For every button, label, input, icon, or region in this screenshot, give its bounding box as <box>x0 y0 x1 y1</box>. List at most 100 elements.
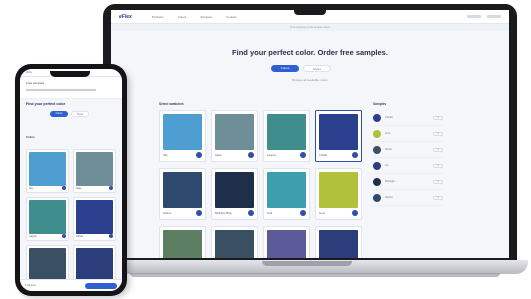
tab-styles[interactable]: Styles <box>303 65 331 72</box>
sample-qty-field[interactable]: 1 <box>433 163 443 168</box>
swatch-color <box>267 230 306 258</box>
add-sample-button[interactable] <box>196 152 202 158</box>
sidebar-title: Samples <box>373 102 387 106</box>
sidebar-sample-row: Harbor 1 <box>373 190 443 206</box>
phone-swatch-name: Sky <box>29 187 33 190</box>
swatch-card[interactable]: Sky <box>159 110 206 162</box>
sample-qty-field[interactable]: 1 <box>433 179 443 184</box>
nav-item-contact[interactable]: Contact <box>226 15 236 19</box>
sidebar-sample-row: Lime 1 <box>373 126 443 142</box>
swatch-card[interactable]: Lime <box>315 168 362 220</box>
swatch-color <box>319 114 358 150</box>
phone-title: Find your perfect color <box>26 102 66 106</box>
swatch-color <box>163 230 202 258</box>
phone-header-divider <box>26 89 96 91</box>
swatch-card[interactable]: Cobalt <box>315 110 362 162</box>
phone-header: Free samples <box>20 77 122 99</box>
sample-qty-field[interactable]: 1 <box>433 195 443 200</box>
phone-tabs: Colors Styles <box>50 111 89 117</box>
swatch-name: Sky <box>163 153 168 157</box>
phone-bottom-bar: 6 samples <box>20 279 122 291</box>
nav-action-cart[interactable] <box>487 15 501 18</box>
add-sample-button[interactable] <box>300 152 306 158</box>
swatch-card[interactable]: Slate <box>211 110 258 162</box>
sample-name: Lime <box>385 132 391 135</box>
phone-sample-count: 6 samples <box>25 284 36 287</box>
sidebar-sample-row: Cobalt 1 <box>373 110 443 126</box>
swatch-color <box>163 172 202 208</box>
sample-qty-field[interactable]: 1 <box>433 147 443 152</box>
add-sample-button[interactable] <box>248 210 254 216</box>
phone-swatch-card[interactable]: Lagoon <box>26 197 69 241</box>
phone-swatch-name: Lagoon <box>29 235 37 238</box>
sample-qty-field[interactable]: 1 <box>433 115 443 120</box>
phone-tab-styles[interactable]: Styles <box>71 111 89 117</box>
sample-name: Harbor <box>385 196 393 199</box>
phone-add-sample-button[interactable] <box>62 234 66 238</box>
sample-name: Cobalt <box>385 116 393 119</box>
swatch-card[interactable]: Harbor <box>159 168 206 220</box>
phone-swatch-card[interactable]: Cobalt <box>73 197 116 241</box>
nav-item-colors[interactable]: Colors <box>178 15 187 19</box>
add-sample-button[interactable] <box>352 152 358 158</box>
phone-screen: eFlex Free samples Find your perfect col… <box>20 69 122 291</box>
nav-action-account[interactable] <box>467 15 481 18</box>
phone-add-sample-button[interactable] <box>109 234 113 238</box>
swatch-card[interactable]: Violet <box>263 226 310 258</box>
swatch-name: Teal <box>267 211 273 215</box>
browse-link[interactable]: Browse all available colors <box>111 78 509 82</box>
phone-swatch-card[interactable]: Slate <box>73 149 116 193</box>
swatch-color <box>215 172 254 208</box>
sample-color-dot <box>373 129 381 138</box>
sidebar-list: Cobalt 1 Lime 1 Storm 1 Ink 1 Midnight 1 Harbor 1 <box>373 110 443 206</box>
swatches-label: Select swatches <box>159 102 184 106</box>
swatch-card[interactable]: Midnight Blue <box>211 168 258 220</box>
phone-swatch-color <box>76 152 113 186</box>
brand-logo[interactable]: eFlex <box>119 14 132 20</box>
phone-swatch-color <box>29 152 66 186</box>
phone-notch <box>50 71 90 77</box>
swatch-grid: Sky Slate Lagoon Cobalt Harbor Midnight Blue T… <box>159 110 362 258</box>
swatch-card[interactable]: Ink <box>315 226 362 258</box>
phone-add-sample-button[interactable] <box>109 186 113 190</box>
sample-name: Midnight <box>385 180 395 183</box>
phone-header-text: Free samples <box>26 81 45 85</box>
swatch-name: Midnight Blue <box>215 211 232 215</box>
phone-swatch-color <box>29 248 66 282</box>
laptop-foot <box>130 273 500 277</box>
swatch-color <box>163 114 202 150</box>
phone-order-button[interactable] <box>85 282 117 289</box>
nav-item-products[interactable]: Products <box>152 15 164 19</box>
phone-section-label: Colors <box>26 135 35 139</box>
sample-name: Ink <box>385 164 389 167</box>
nav-actions <box>467 15 501 18</box>
swatch-card[interactable]: Lagoon <box>263 110 310 162</box>
add-sample-button[interactable] <box>352 210 358 216</box>
laptop-notch <box>294 9 326 15</box>
samples-sidebar: Samples Cobalt 1 Lime 1 Storm 1 Ink 1 Midnight 1 H… <box>373 102 443 206</box>
nav-item-samples[interactable]: Samples <box>200 15 212 19</box>
swatch-card[interactable]: Moss <box>159 226 206 258</box>
add-sample-button[interactable] <box>300 210 306 216</box>
phone-swatch-card[interactable]: Sky <box>26 149 69 193</box>
sample-color-dot <box>373 177 381 186</box>
sidebar-sample-row: Ink 1 <box>373 158 443 174</box>
add-sample-button[interactable] <box>248 152 254 158</box>
swatch-name: Harbor <box>163 211 172 215</box>
tab-colors[interactable]: Colors <box>271 65 299 72</box>
swatch-color <box>319 172 358 208</box>
sample-color-dot <box>373 161 381 170</box>
sample-qty-field[interactable]: 1 <box>433 131 443 136</box>
hero-tabs: Colors Styles <box>271 65 331 72</box>
phone-swatch-color <box>29 200 66 234</box>
phone-add-sample-button[interactable] <box>62 186 66 190</box>
swatch-card[interactable]: Storm <box>211 226 258 258</box>
swatch-name: Lime <box>319 211 326 215</box>
add-sample-button[interactable] <box>196 210 202 216</box>
swatch-card[interactable]: Teal <box>263 168 310 220</box>
announcement-bar: Free shipping on all sample orders <box>111 24 509 31</box>
phone-swatch-grid: SkySlateLagoonCobaltStormInk <box>26 149 116 289</box>
swatch-color <box>215 114 254 150</box>
phone-tab-colors[interactable]: Colors <box>50 111 68 117</box>
swatch-name: Slate <box>215 153 222 157</box>
